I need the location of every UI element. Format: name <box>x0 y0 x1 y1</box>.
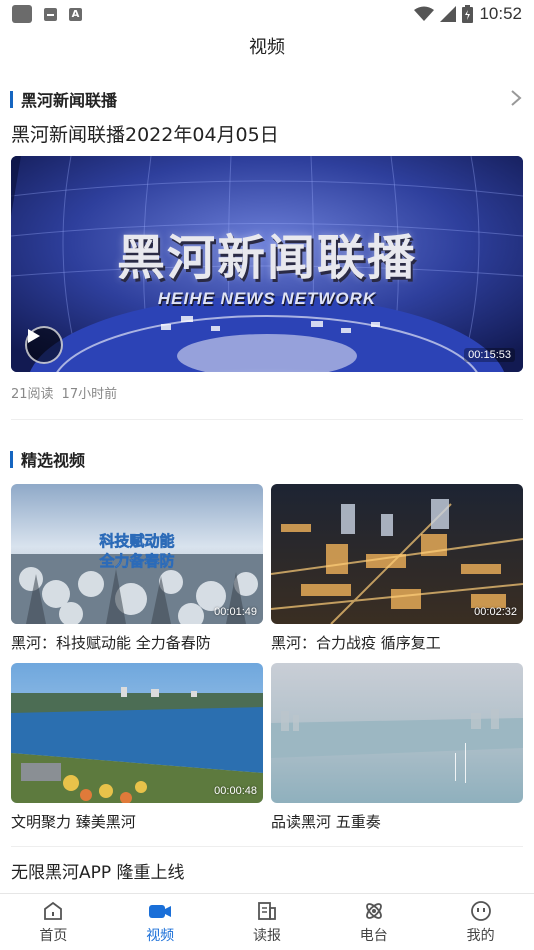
section-accent-bar <box>10 450 13 468</box>
wifi-icon <box>414 6 435 21</box>
featured-video-title[interactable]: 黑河新闻联播2022年04月05日 <box>11 120 279 147</box>
play-button[interactable] <box>25 326 63 364</box>
video-thumbnail[interactable]: 科技赋动能 全力备春防 00:01:49 <box>11 484 263 624</box>
home-icon <box>44 901 63 920</box>
section-accent-bar <box>10 90 13 108</box>
thumbnail-overlay-line-2: 全力备春防 <box>98 552 174 570</box>
divider <box>11 419 523 420</box>
time-ago: 17小时前 <box>61 387 118 402</box>
video-caption[interactable]: 品读黑河 五重奏 <box>271 811 523 832</box>
radio-icon <box>365 902 382 919</box>
tab-label: 电台 <box>359 927 388 944</box>
clock: 10:52 <box>479 4 522 23</box>
video-duration: 00:15:53 <box>464 348 515 362</box>
tab-newspaper[interactable]: 读报 <box>214 894 321 950</box>
divider <box>11 846 523 847</box>
video-caption[interactable]: 黑河：合力战疫 循序复工 <box>271 632 523 653</box>
video-card[interactable]: 00:02:32 黑河：合力战疫 循序复工 <box>271 484 523 653</box>
river-city-image <box>11 663 263 803</box>
read-count: 21阅读 <box>11 387 54 402</box>
profile-icon <box>470 900 491 921</box>
battery-icon <box>462 5 474 23</box>
font-icon: A <box>69 7 82 21</box>
tab-label: 视频 <box>146 927 175 944</box>
news-section-header[interactable]: 黑河新闻联播 <box>10 87 117 111</box>
mail-icon <box>44 7 57 21</box>
video-thumbnail[interactable] <box>271 663 523 803</box>
video-card[interactable]: 科技赋动能 全力备春防 00:01:49 黑河：科技赋动能 全力备春防 <box>11 484 263 653</box>
featured-video-thumbnail[interactable]: 黑河新闻联播 HEIHE NEWS NETWORK 00:15:53 <box>11 156 523 372</box>
status-left-icons: A <box>12 5 82 23</box>
tab-video[interactable]: 视频 <box>107 894 214 950</box>
video-caption[interactable]: 黑河：科技赋动能 全力备春防 <box>11 632 263 653</box>
notification-square-icon <box>12 5 32 23</box>
page-title: 视频 <box>249 37 285 58</box>
video-card[interactable]: 00:00:48 文明聚力 臻美黑河 <box>11 663 263 832</box>
tab-label: 读报 <box>252 927 281 944</box>
tab-radio[interactable]: 电台 <box>320 894 427 950</box>
tab-profile[interactable]: 我的 <box>427 894 534 950</box>
video-thumbnail[interactable]: 00:02:32 <box>271 484 523 624</box>
video-card[interactable]: 品读黑河 五重奏 <box>271 663 523 832</box>
misty-river-image <box>271 663 523 803</box>
video-duration: 00:00:48 <box>214 785 257 797</box>
newspaper-icon <box>258 901 276 920</box>
chevron-right-icon[interactable] <box>510 89 522 107</box>
video-camera-icon <box>149 904 172 918</box>
video-meta: 21阅读 17小时前 <box>11 383 117 402</box>
signal-icon <box>440 6 457 22</box>
bottom-tab-bar: 首页 视频 读报 电台 我的 <box>0 893 534 950</box>
thumbnail-subtitle-overlay: HEIHE NEWS NETWORK <box>157 289 377 308</box>
tab-home[interactable]: 首页 <box>0 894 107 950</box>
snowy-forest-image: 科技赋动能 全力备春防 <box>11 484 263 624</box>
featured-section-title: 精选视频 <box>21 451 86 470</box>
news-section-title: 黑河新闻联播 <box>21 91 118 110</box>
tab-label: 我的 <box>466 927 495 944</box>
status-right: 10:52 <box>414 4 522 24</box>
status-bar: A 10:52 <box>0 0 534 28</box>
play-icon <box>28 329 40 343</box>
promo-banner-text[interactable]: 无限黑河APP 隆重上线 <box>11 858 185 883</box>
thumbnail-title-overlay: 黑河新闻联播 <box>116 230 417 286</box>
video-duration: 00:02:32 <box>474 606 517 618</box>
video-duration: 00:01:49 <box>214 606 257 618</box>
video-thumbnail[interactable]: 00:00:48 <box>11 663 263 803</box>
tab-label: 首页 <box>39 927 68 944</box>
featured-section-header: 精选视频 <box>10 447 85 471</box>
night-city-image <box>271 484 523 624</box>
thumbnail-overlay-line-1: 科技赋动能 <box>99 532 174 550</box>
video-caption[interactable]: 文明聚力 臻美黑河 <box>11 811 263 832</box>
